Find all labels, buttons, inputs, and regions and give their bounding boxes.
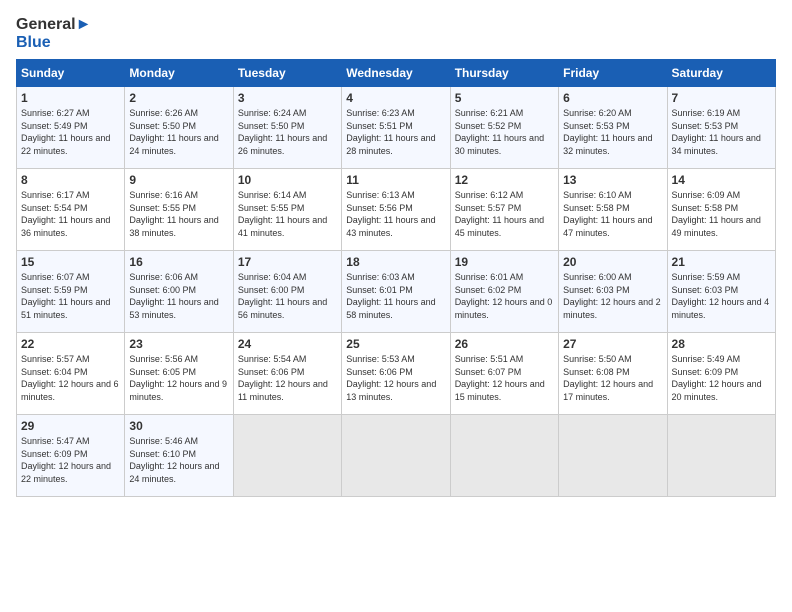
calendar-cell-19: 19Sunrise: 6:01 AMSunset: 6:02 PMDayligh…: [450, 251, 558, 333]
calendar-cell-empty-4-3: [342, 415, 450, 497]
calendar-cell-27: 27Sunrise: 5:50 AMSunset: 6:08 PMDayligh…: [559, 333, 667, 415]
calendar-cell-29: 29Sunrise: 5:47 AMSunset: 6:09 PMDayligh…: [17, 415, 125, 497]
weekday-header-thursday: Thursday: [450, 60, 558, 87]
logo-text: General► Blue: [16, 16, 91, 51]
calendar-cell-12: 12Sunrise: 6:12 AMSunset: 5:57 PMDayligh…: [450, 169, 558, 251]
weekday-header-row: SundayMondayTuesdayWednesdayThursdayFrid…: [17, 60, 776, 87]
calendar-cell-2: 2Sunrise: 6:26 AMSunset: 5:50 PMDaylight…: [125, 87, 233, 169]
calendar-cell-22: 22Sunrise: 5:57 AMSunset: 6:04 PMDayligh…: [17, 333, 125, 415]
calendar-cell-18: 18Sunrise: 6:03 AMSunset: 6:01 PMDayligh…: [342, 251, 450, 333]
logo: General► Blue: [16, 16, 91, 51]
calendar-cell-1: 1Sunrise: 6:27 AMSunset: 5:49 PMDaylight…: [17, 87, 125, 169]
calendar-cell-16: 16Sunrise: 6:06 AMSunset: 6:00 PMDayligh…: [125, 251, 233, 333]
calendar-cell-6: 6Sunrise: 6:20 AMSunset: 5:53 PMDaylight…: [559, 87, 667, 169]
weekday-header-monday: Monday: [125, 60, 233, 87]
calendar-cell-11: 11Sunrise: 6:13 AMSunset: 5:56 PMDayligh…: [342, 169, 450, 251]
calendar-cell-9: 9Sunrise: 6:16 AMSunset: 5:55 PMDaylight…: [125, 169, 233, 251]
weekday-header-sunday: Sunday: [17, 60, 125, 87]
calendar-cell-3: 3Sunrise: 6:24 AMSunset: 5:50 PMDaylight…: [233, 87, 341, 169]
calendar-cell-28: 28Sunrise: 5:49 AMSunset: 6:09 PMDayligh…: [667, 333, 775, 415]
calendar-cell-empty-4-6: [667, 415, 775, 497]
calendar-cell-23: 23Sunrise: 5:56 AMSunset: 6:05 PMDayligh…: [125, 333, 233, 415]
calendar-cell-8: 8Sunrise: 6:17 AMSunset: 5:54 PMDaylight…: [17, 169, 125, 251]
calendar-week-3: 15Sunrise: 6:07 AMSunset: 5:59 PMDayligh…: [17, 251, 776, 333]
calendar-cell-25: 25Sunrise: 5:53 AMSunset: 6:06 PMDayligh…: [342, 333, 450, 415]
weekday-header-saturday: Saturday: [667, 60, 775, 87]
calendar-cell-5: 5Sunrise: 6:21 AMSunset: 5:52 PMDaylight…: [450, 87, 558, 169]
weekday-header-tuesday: Tuesday: [233, 60, 341, 87]
calendar-cell-30: 30Sunrise: 5:46 AMSunset: 6:10 PMDayligh…: [125, 415, 233, 497]
calendar-cell-4: 4Sunrise: 6:23 AMSunset: 5:51 PMDaylight…: [342, 87, 450, 169]
calendar-cell-empty-4-4: [450, 415, 558, 497]
calendar-cell-21: 21Sunrise: 5:59 AMSunset: 6:03 PMDayligh…: [667, 251, 775, 333]
calendar-cell-14: 14Sunrise: 6:09 AMSunset: 5:58 PMDayligh…: [667, 169, 775, 251]
page-header: General► Blue: [16, 16, 776, 51]
weekday-header-friday: Friday: [559, 60, 667, 87]
calendar-cell-17: 17Sunrise: 6:04 AMSunset: 6:00 PMDayligh…: [233, 251, 341, 333]
calendar-week-4: 22Sunrise: 5:57 AMSunset: 6:04 PMDayligh…: [17, 333, 776, 415]
calendar-cell-15: 15Sunrise: 6:07 AMSunset: 5:59 PMDayligh…: [17, 251, 125, 333]
calendar-cell-24: 24Sunrise: 5:54 AMSunset: 6:06 PMDayligh…: [233, 333, 341, 415]
calendar-cell-26: 26Sunrise: 5:51 AMSunset: 6:07 PMDayligh…: [450, 333, 558, 415]
calendar-week-5: 29Sunrise: 5:47 AMSunset: 6:09 PMDayligh…: [17, 415, 776, 497]
calendar-cell-empty-4-5: [559, 415, 667, 497]
calendar-cell-7: 7Sunrise: 6:19 AMSunset: 5:53 PMDaylight…: [667, 87, 775, 169]
calendar-cell-13: 13Sunrise: 6:10 AMSunset: 5:58 PMDayligh…: [559, 169, 667, 251]
calendar-cell-10: 10Sunrise: 6:14 AMSunset: 5:55 PMDayligh…: [233, 169, 341, 251]
calendar-cell-20: 20Sunrise: 6:00 AMSunset: 6:03 PMDayligh…: [559, 251, 667, 333]
calendar-week-2: 8Sunrise: 6:17 AMSunset: 5:54 PMDaylight…: [17, 169, 776, 251]
calendar-week-1: 1Sunrise: 6:27 AMSunset: 5:49 PMDaylight…: [17, 87, 776, 169]
calendar-table: SundayMondayTuesdayWednesdayThursdayFrid…: [16, 59, 776, 497]
calendar-cell-empty-4-2: [233, 415, 341, 497]
weekday-header-wednesday: Wednesday: [342, 60, 450, 87]
